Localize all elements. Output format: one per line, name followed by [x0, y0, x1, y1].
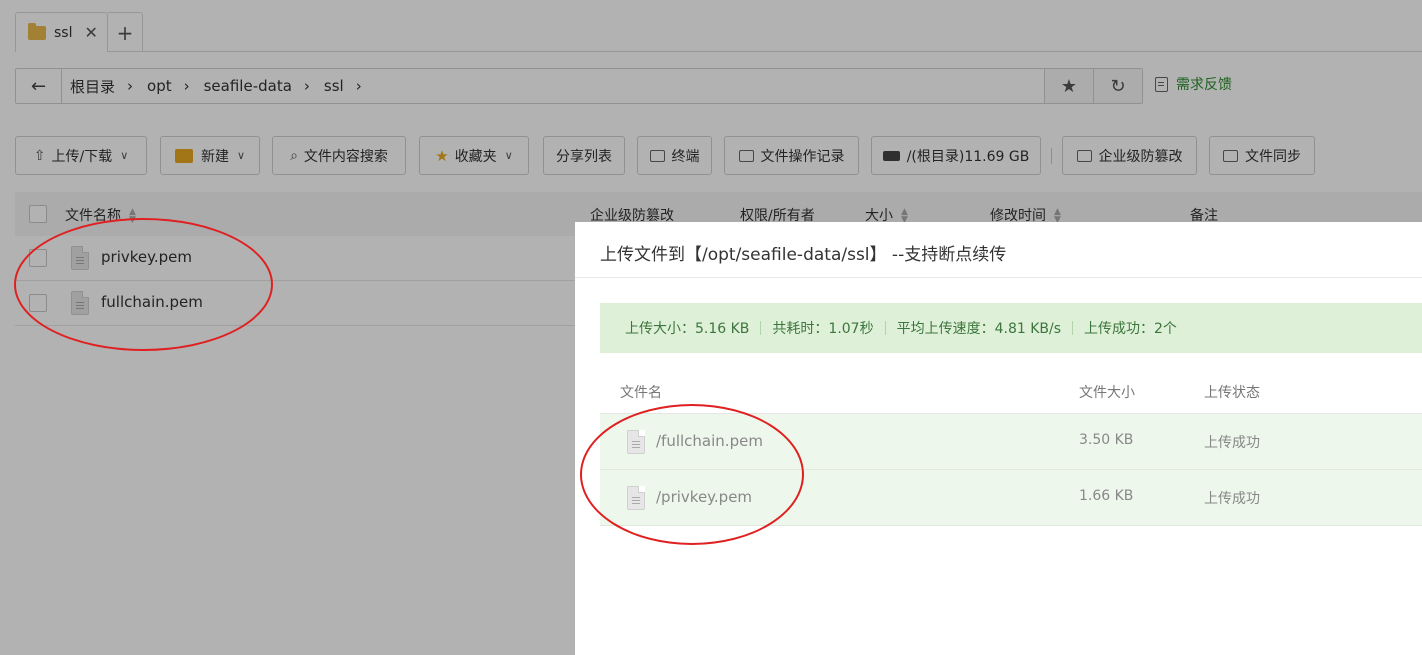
upload-header-size: 文件大小: [1079, 385, 1135, 401]
upload-summary: 上传大小：5.16 KB 共耗时：1.07秒 平均上传速度：4.81 KB/s …: [600, 303, 1422, 353]
summary-speed: 平均上传速度：4.81 KB/s: [896, 321, 1062, 337]
annotation-ellipse-uploads: [580, 404, 804, 545]
summary-divider: [760, 321, 762, 335]
upload-header-name: 文件名: [620, 385, 662, 401]
summary-size: 上传大小：5.16 KB: [625, 321, 750, 337]
summary-divider: [1072, 321, 1074, 335]
upload-header-status: 上传状态: [1204, 385, 1260, 401]
summary-divider: [884, 321, 886, 335]
dialog-divider: [575, 277, 1422, 278]
summary-success: 上传成功：2个: [1084, 321, 1177, 337]
dialog-title: 上传文件到【/opt/seafile-data/ssl】 --支持断点续传: [600, 245, 1007, 265]
summary-elapsed: 共耗时：1.07秒: [772, 321, 874, 337]
upload-file-size: 3.50 KB: [1079, 432, 1134, 448]
upload-file-status: 上传成功: [1204, 435, 1260, 451]
upload-file-status: 上传成功: [1204, 491, 1260, 507]
upload-file-size: 1.66 KB: [1079, 488, 1134, 504]
annotation-ellipse-files: [14, 218, 273, 351]
